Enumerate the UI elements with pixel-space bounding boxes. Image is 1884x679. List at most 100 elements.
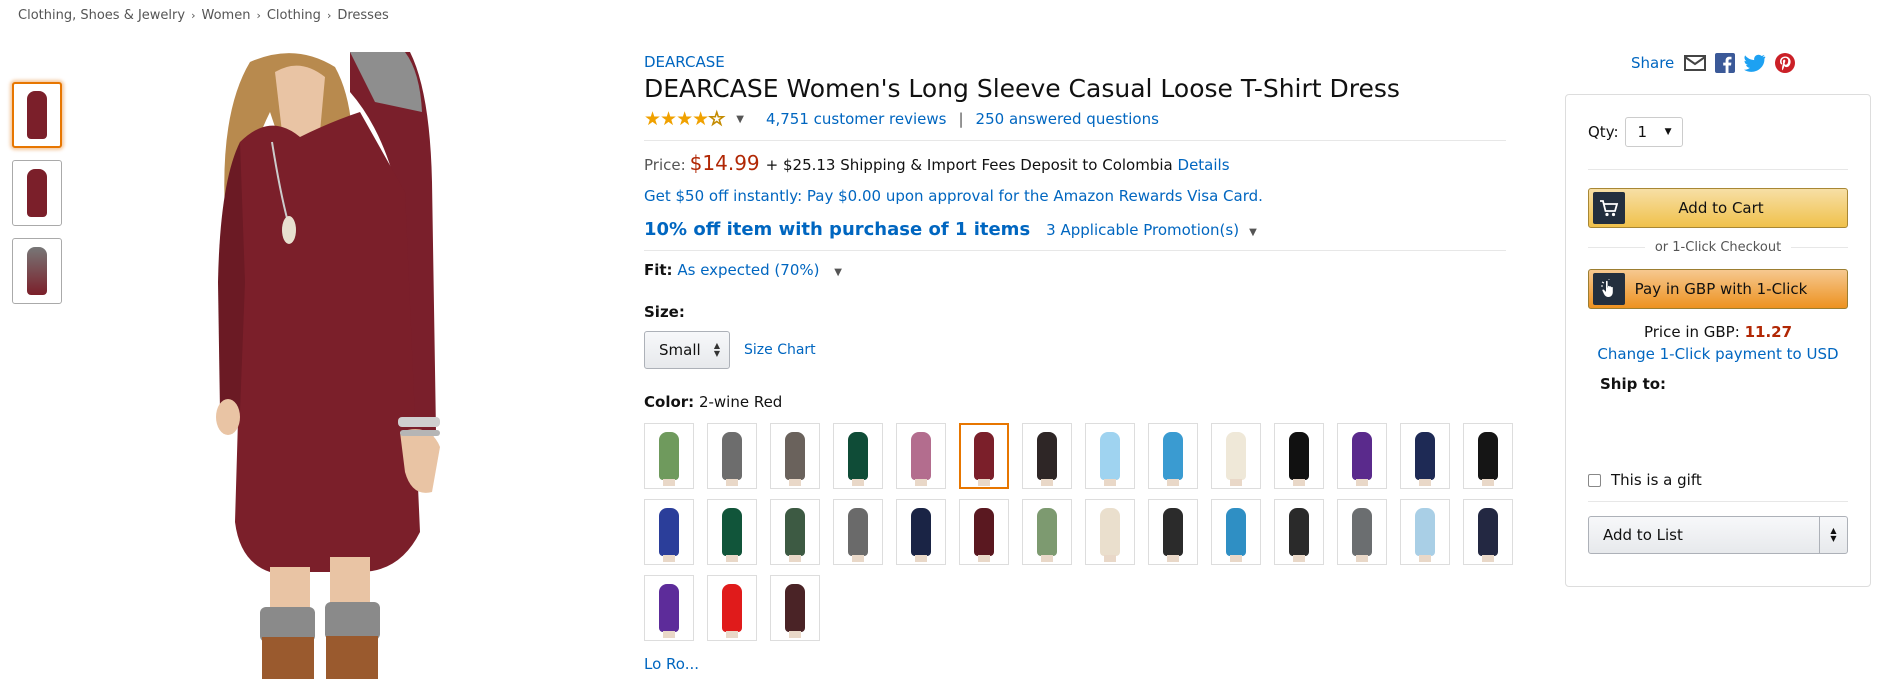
star-rating-icon[interactable]: ★ ★ ★ ★ ☆ bbox=[644, 108, 726, 131]
pointer-hand-icon bbox=[1593, 273, 1625, 305]
color-swatch[interactable] bbox=[1148, 499, 1198, 565]
thumbnail-2[interactable] bbox=[12, 160, 62, 226]
gift-checkbox[interactable] bbox=[1588, 473, 1601, 487]
size-label: Size: bbox=[644, 303, 685, 321]
dress-swatch-image bbox=[1163, 432, 1183, 486]
gift-option[interactable]: This is a gift bbox=[1588, 471, 1848, 489]
color-swatch[interactable] bbox=[1085, 499, 1135, 565]
size-dropdown[interactable]: Small ▲ ▼ bbox=[644, 331, 730, 369]
breadcrumb-item-women[interactable]: Women bbox=[201, 8, 250, 23]
dress-swatch-image bbox=[1289, 508, 1309, 562]
color-swatch[interactable] bbox=[1274, 423, 1324, 489]
facebook-icon[interactable] bbox=[1714, 52, 1736, 74]
color-label-row: Color: 2-wine Red bbox=[644, 393, 1506, 411]
color-swatch[interactable] bbox=[896, 423, 946, 489]
color-selected-value: 2-wine Red bbox=[698, 393, 783, 411]
product-details: DEARCASE DEARCASE Women's Long Sleeve Ca… bbox=[644, 52, 1513, 673]
main-product-image[interactable] bbox=[200, 52, 500, 679]
details-link[interactable]: Details bbox=[1178, 156, 1230, 174]
section-divider bbox=[644, 250, 1506, 251]
add-to-list-label: Add to List bbox=[1603, 526, 1683, 544]
breadcrumb-item-clothing[interactable]: Clothing, Shoes & Jewelry bbox=[18, 8, 185, 23]
price-label: Price: bbox=[644, 156, 686, 174]
share-label[interactable]: Share bbox=[1631, 54, 1674, 72]
twitter-icon[interactable] bbox=[1744, 52, 1766, 74]
dress-swatch-image bbox=[1163, 508, 1183, 562]
thumbnail-1[interactable] bbox=[12, 82, 62, 148]
color-swatch[interactable] bbox=[1211, 499, 1261, 565]
breadcrumb-item-dresses[interactable]: Dresses bbox=[337, 8, 388, 23]
color-swatch[interactable] bbox=[1400, 499, 1450, 565]
ship-to-label: Ship to: bbox=[1600, 375, 1667, 393]
promotions-chevron-down-icon[interactable]: ▼ bbox=[1249, 227, 1257, 238]
answered-questions-link[interactable]: 250 answered questions bbox=[976, 110, 1159, 128]
color-swatch[interactable] bbox=[1337, 499, 1387, 565]
breadcrumb-separator: › bbox=[256, 9, 261, 22]
color-swatch[interactable] bbox=[1337, 423, 1387, 489]
color-swatch[interactable] bbox=[896, 499, 946, 565]
qty-label: Qty: bbox=[1588, 123, 1619, 141]
dress-swatch-image bbox=[722, 584, 742, 638]
dress-swatch-image bbox=[1226, 432, 1246, 486]
color-swatch[interactable] bbox=[1211, 423, 1261, 489]
dress-swatch-image bbox=[785, 508, 805, 562]
fit-value-link[interactable]: As expected (70%) bbox=[677, 261, 819, 279]
rewards-card-offer[interactable]: Get $50 off instantly: Pay $0.00 upon ap… bbox=[644, 187, 1506, 205]
applicable-promotions-link[interactable]: 3 Applicable Promotion(s) bbox=[1046, 221, 1239, 239]
add-to-cart-button[interactable]: Add to Cart bbox=[1588, 188, 1848, 228]
brand-link[interactable]: DEARCASE bbox=[644, 53, 725, 71]
breadcrumb: Clothing, Shoes & Jewelry › Women › Clothing… bbox=[18, 8, 389, 23]
color-swatch[interactable] bbox=[770, 423, 820, 489]
color-swatch[interactable] bbox=[1400, 423, 1450, 489]
pinterest-icon[interactable] bbox=[1774, 52, 1796, 74]
fit-chevron-down-icon[interactable]: ▼ bbox=[834, 267, 842, 278]
dress-swatch-image bbox=[1352, 432, 1372, 486]
rating-row: ★ ★ ★ ★ ☆ ▼ 4,751 customer reviews | 250 ans… bbox=[644, 108, 1506, 131]
color-swatch[interactable] bbox=[644, 499, 694, 565]
quantity-dropdown[interactable]: 1 ▼ bbox=[1624, 117, 1683, 147]
breadcrumb-item-clothing-sub[interactable]: Clothing bbox=[267, 8, 321, 23]
email-icon[interactable] bbox=[1684, 52, 1707, 74]
dress-swatch-image bbox=[1415, 508, 1435, 562]
customer-reviews-link[interactable]: 4,751 customer reviews bbox=[766, 110, 947, 128]
color-swatch[interactable] bbox=[707, 575, 757, 641]
color-swatch[interactable] bbox=[1463, 499, 1513, 565]
size-chart-link[interactable]: Size Chart bbox=[744, 342, 816, 358]
color-swatch[interactable] bbox=[1085, 423, 1135, 489]
color-swatch[interactable] bbox=[833, 423, 883, 489]
add-to-list-button[interactable]: Add to List ▲ ▼ bbox=[1588, 516, 1848, 554]
buy-with-one-click-button[interactable]: Pay in GBP with 1-Click bbox=[1588, 269, 1848, 309]
color-swatch[interactable] bbox=[644, 423, 694, 489]
section-divider bbox=[1588, 169, 1848, 170]
color-swatch[interactable] bbox=[959, 423, 1009, 489]
color-swatches bbox=[644, 423, 1513, 641]
change-payment-link[interactable]: Change 1-Click payment to USD bbox=[1588, 345, 1848, 363]
color-label: Color: bbox=[644, 393, 695, 411]
color-swatch[interactable] bbox=[1022, 423, 1072, 489]
color-swatch[interactable] bbox=[1463, 423, 1513, 489]
rating-chevron-down-icon[interactable]: ▼ bbox=[736, 114, 744, 125]
gift-label: This is a gift bbox=[1611, 471, 1702, 489]
divider: | bbox=[958, 110, 964, 128]
color-swatch[interactable] bbox=[1148, 423, 1198, 489]
color-swatch[interactable] bbox=[707, 423, 757, 489]
color-swatch[interactable] bbox=[770, 499, 820, 565]
color-swatch[interactable] bbox=[833, 499, 883, 565]
share-row: Share bbox=[1631, 52, 1804, 74]
dress-swatch-image bbox=[1100, 432, 1120, 486]
promotion-headline[interactable]: 10% off item with purchase of 1 items bbox=[644, 219, 1030, 240]
updown-arrows-icon[interactable]: ▲ ▼ bbox=[1819, 517, 1847, 553]
more-link-cut-off[interactable]: Lo Ro... bbox=[644, 655, 1506, 673]
color-swatch[interactable] bbox=[1274, 499, 1324, 565]
color-swatch[interactable] bbox=[770, 575, 820, 641]
dress-swatch-image bbox=[722, 508, 742, 562]
color-swatch[interactable] bbox=[644, 575, 694, 641]
dress-swatch-image bbox=[1037, 508, 1057, 562]
dress-swatch-image bbox=[974, 508, 994, 562]
color-swatch[interactable] bbox=[1022, 499, 1072, 565]
thumbnail-3[interactable] bbox=[12, 238, 62, 304]
dress-swatch-image bbox=[848, 432, 868, 486]
color-swatch[interactable] bbox=[707, 499, 757, 565]
color-swatch[interactable] bbox=[959, 499, 1009, 565]
size-row: Small ▲ ▼ Size Chart bbox=[644, 331, 1506, 369]
